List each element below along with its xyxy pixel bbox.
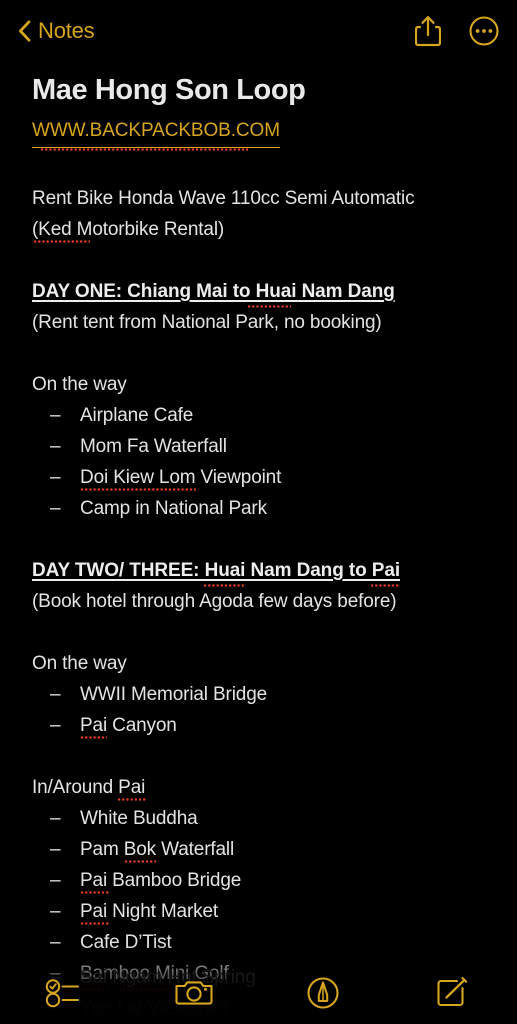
- list-day-two: – WWII Memorial Bridge – Pai Canyon: [32, 679, 487, 741]
- bullet-dash: –: [50, 839, 61, 860]
- label-on-the-way-1: On the way: [32, 374, 127, 395]
- note-body[interactable]: Mae Hong Son Loop WWW.BACKPACKBOB.COM Re…: [0, 62, 517, 1024]
- share-icon[interactable]: [415, 15, 441, 47]
- more-ellipsis-icon[interactable]: [469, 16, 499, 46]
- list-item: – Doi Kiew Lom Viewpoint: [32, 462, 487, 493]
- list-item-label: Pai Canyon: [80, 710, 177, 741]
- spellcheck-underline: [80, 922, 109, 925]
- chevron-left-icon: [19, 20, 31, 42]
- markup-button[interactable]: [259, 976, 388, 1010]
- in-around-pai-text: In/Around Pai: [32, 777, 146, 798]
- back-button-label: Notes: [38, 18, 95, 43]
- paragraph-day-one-note: (Rent tent from National Park, no bookin…: [32, 312, 382, 333]
- label-in-around-pai: In/Around Pai: [32, 772, 487, 803]
- spellcheck-underline: [80, 488, 196, 491]
- notes-screen: Notes Mae Hong Son Loop WWW.BACKPACKBOB.…: [0, 0, 517, 1024]
- paragraph-rent-bike: Rent Bike Honda Wave 110cc Semi Automati…: [32, 188, 415, 209]
- spellcheck-underline: [40, 148, 248, 151]
- spellcheck-underline: [124, 860, 156, 863]
- compose-icon: [437, 976, 468, 1007]
- label-on-the-way-2: On the way: [32, 653, 127, 674]
- in-around-pai-wrap: In/Around Pai: [32, 772, 146, 803]
- list-item: – Pai Night Market: [32, 896, 487, 927]
- checklist-button[interactable]: [0, 977, 129, 1009]
- paragraph-ked-rental: (Ked Motorbike Rental): [32, 214, 487, 245]
- back-to-notes-button[interactable]: Notes: [18, 18, 95, 44]
- navbar-actions: [415, 15, 499, 47]
- list-item-label: White Buddha: [80, 808, 198, 829]
- list-item-text: Doi Kiew Lom Viewpoint: [80, 467, 282, 488]
- bullet-dash: –: [50, 498, 61, 519]
- spellcheck-underline: [80, 891, 109, 894]
- bottom-toolbar: [0, 962, 517, 1024]
- ked-rental-text: (Ked Motorbike Rental): [32, 219, 225, 240]
- website-link-text: WWW.BACKPACKBOB.COM: [32, 120, 280, 141]
- list-item: – Pai Canyon: [32, 710, 487, 741]
- camera-icon: [175, 981, 213, 1005]
- list-day-one: – Airplane Cafe – Mom Fa Waterfall – Doi…: [32, 400, 487, 524]
- bullet-dash: –: [50, 808, 61, 829]
- list-item: – White Buddha: [32, 803, 487, 834]
- list-item-label: Doi Kiew Lom Viewpoint: [80, 462, 281, 493]
- spellcheck-underline: [117, 798, 146, 801]
- bullet-dash: –: [50, 436, 61, 457]
- list-item-label: Airplane Cafe: [80, 405, 194, 426]
- list-item-label: Camp in National Park: [80, 498, 267, 519]
- heading-day-two-text: DAY TWO/ THREE: Huai Nam Dang to Pai: [32, 560, 401, 581]
- navigation-bar: Notes: [0, 0, 517, 62]
- bullet-dash: –: [50, 467, 61, 488]
- paragraph-day-two-note: (Book hotel through Agoda few days befor…: [32, 591, 397, 612]
- bullet-dash: –: [50, 932, 61, 953]
- list-item-label: Pam Bok Waterfall: [80, 834, 234, 865]
- bullet-dash: –: [50, 684, 61, 705]
- heading-day-one: DAY ONE: Chiang Mai to Huai Nam Dang: [32, 276, 395, 308]
- website-link[interactable]: WWW.BACKPACKBOB.COM: [32, 116, 280, 151]
- bullet-dash: –: [50, 901, 61, 922]
- list-item: – WWII Memorial Bridge: [32, 679, 487, 710]
- heading-day-two: DAY TWO/ THREE: Huai Nam Dang to Pai: [32, 555, 401, 587]
- heading-day-one-text: DAY ONE: Chiang Mai to Huai Nam Dang: [32, 281, 395, 302]
- bullet-dash: –: [50, 715, 61, 736]
- markup-pen-icon: [307, 977, 339, 1009]
- checklist-icon: [45, 979, 79, 1008]
- list-item: – Mom Fa Waterfall: [32, 431, 487, 462]
- spellcheck-underline: [80, 736, 107, 739]
- camera-button[interactable]: [129, 977, 258, 1009]
- list-item-text: Pai Canyon: [80, 715, 177, 736]
- compose-button[interactable]: [388, 976, 517, 1010]
- note-title: Mae Hong Son Loop: [32, 74, 306, 106]
- list-item-label: Pai Bamboo Bridge: [80, 865, 241, 896]
- bullet-dash: –: [50, 405, 61, 426]
- list-item: – Pam Bok Waterfall: [32, 834, 487, 865]
- ked-rental-text-wrap: (Ked Motorbike Rental): [32, 214, 224, 245]
- list-item: – Pai Bamboo Bridge: [32, 865, 487, 896]
- list-item-label: WWII Memorial Bridge: [80, 684, 268, 705]
- list-item: – Airplane Cafe: [32, 400, 487, 431]
- list-item-text: Pai Bamboo Bridge: [80, 870, 242, 891]
- note-link-line: WWW.BACKPACKBOB.COM: [32, 116, 487, 151]
- spellcheck-underline: [33, 240, 90, 243]
- list-item-text: Pai Night Market: [80, 901, 219, 922]
- list-item: – Cafe D’Tist: [32, 927, 487, 958]
- list-item: – Camp in National Park: [32, 493, 487, 524]
- bullet-dash: –: [50, 870, 61, 891]
- list-item-label: Cafe D’Tist: [80, 932, 172, 953]
- list-item-label: Mom Fa Waterfall: [80, 436, 227, 457]
- list-item-text: Pam Bok Waterfall: [80, 839, 235, 860]
- list-item-label: Pai Night Market: [80, 896, 218, 927]
